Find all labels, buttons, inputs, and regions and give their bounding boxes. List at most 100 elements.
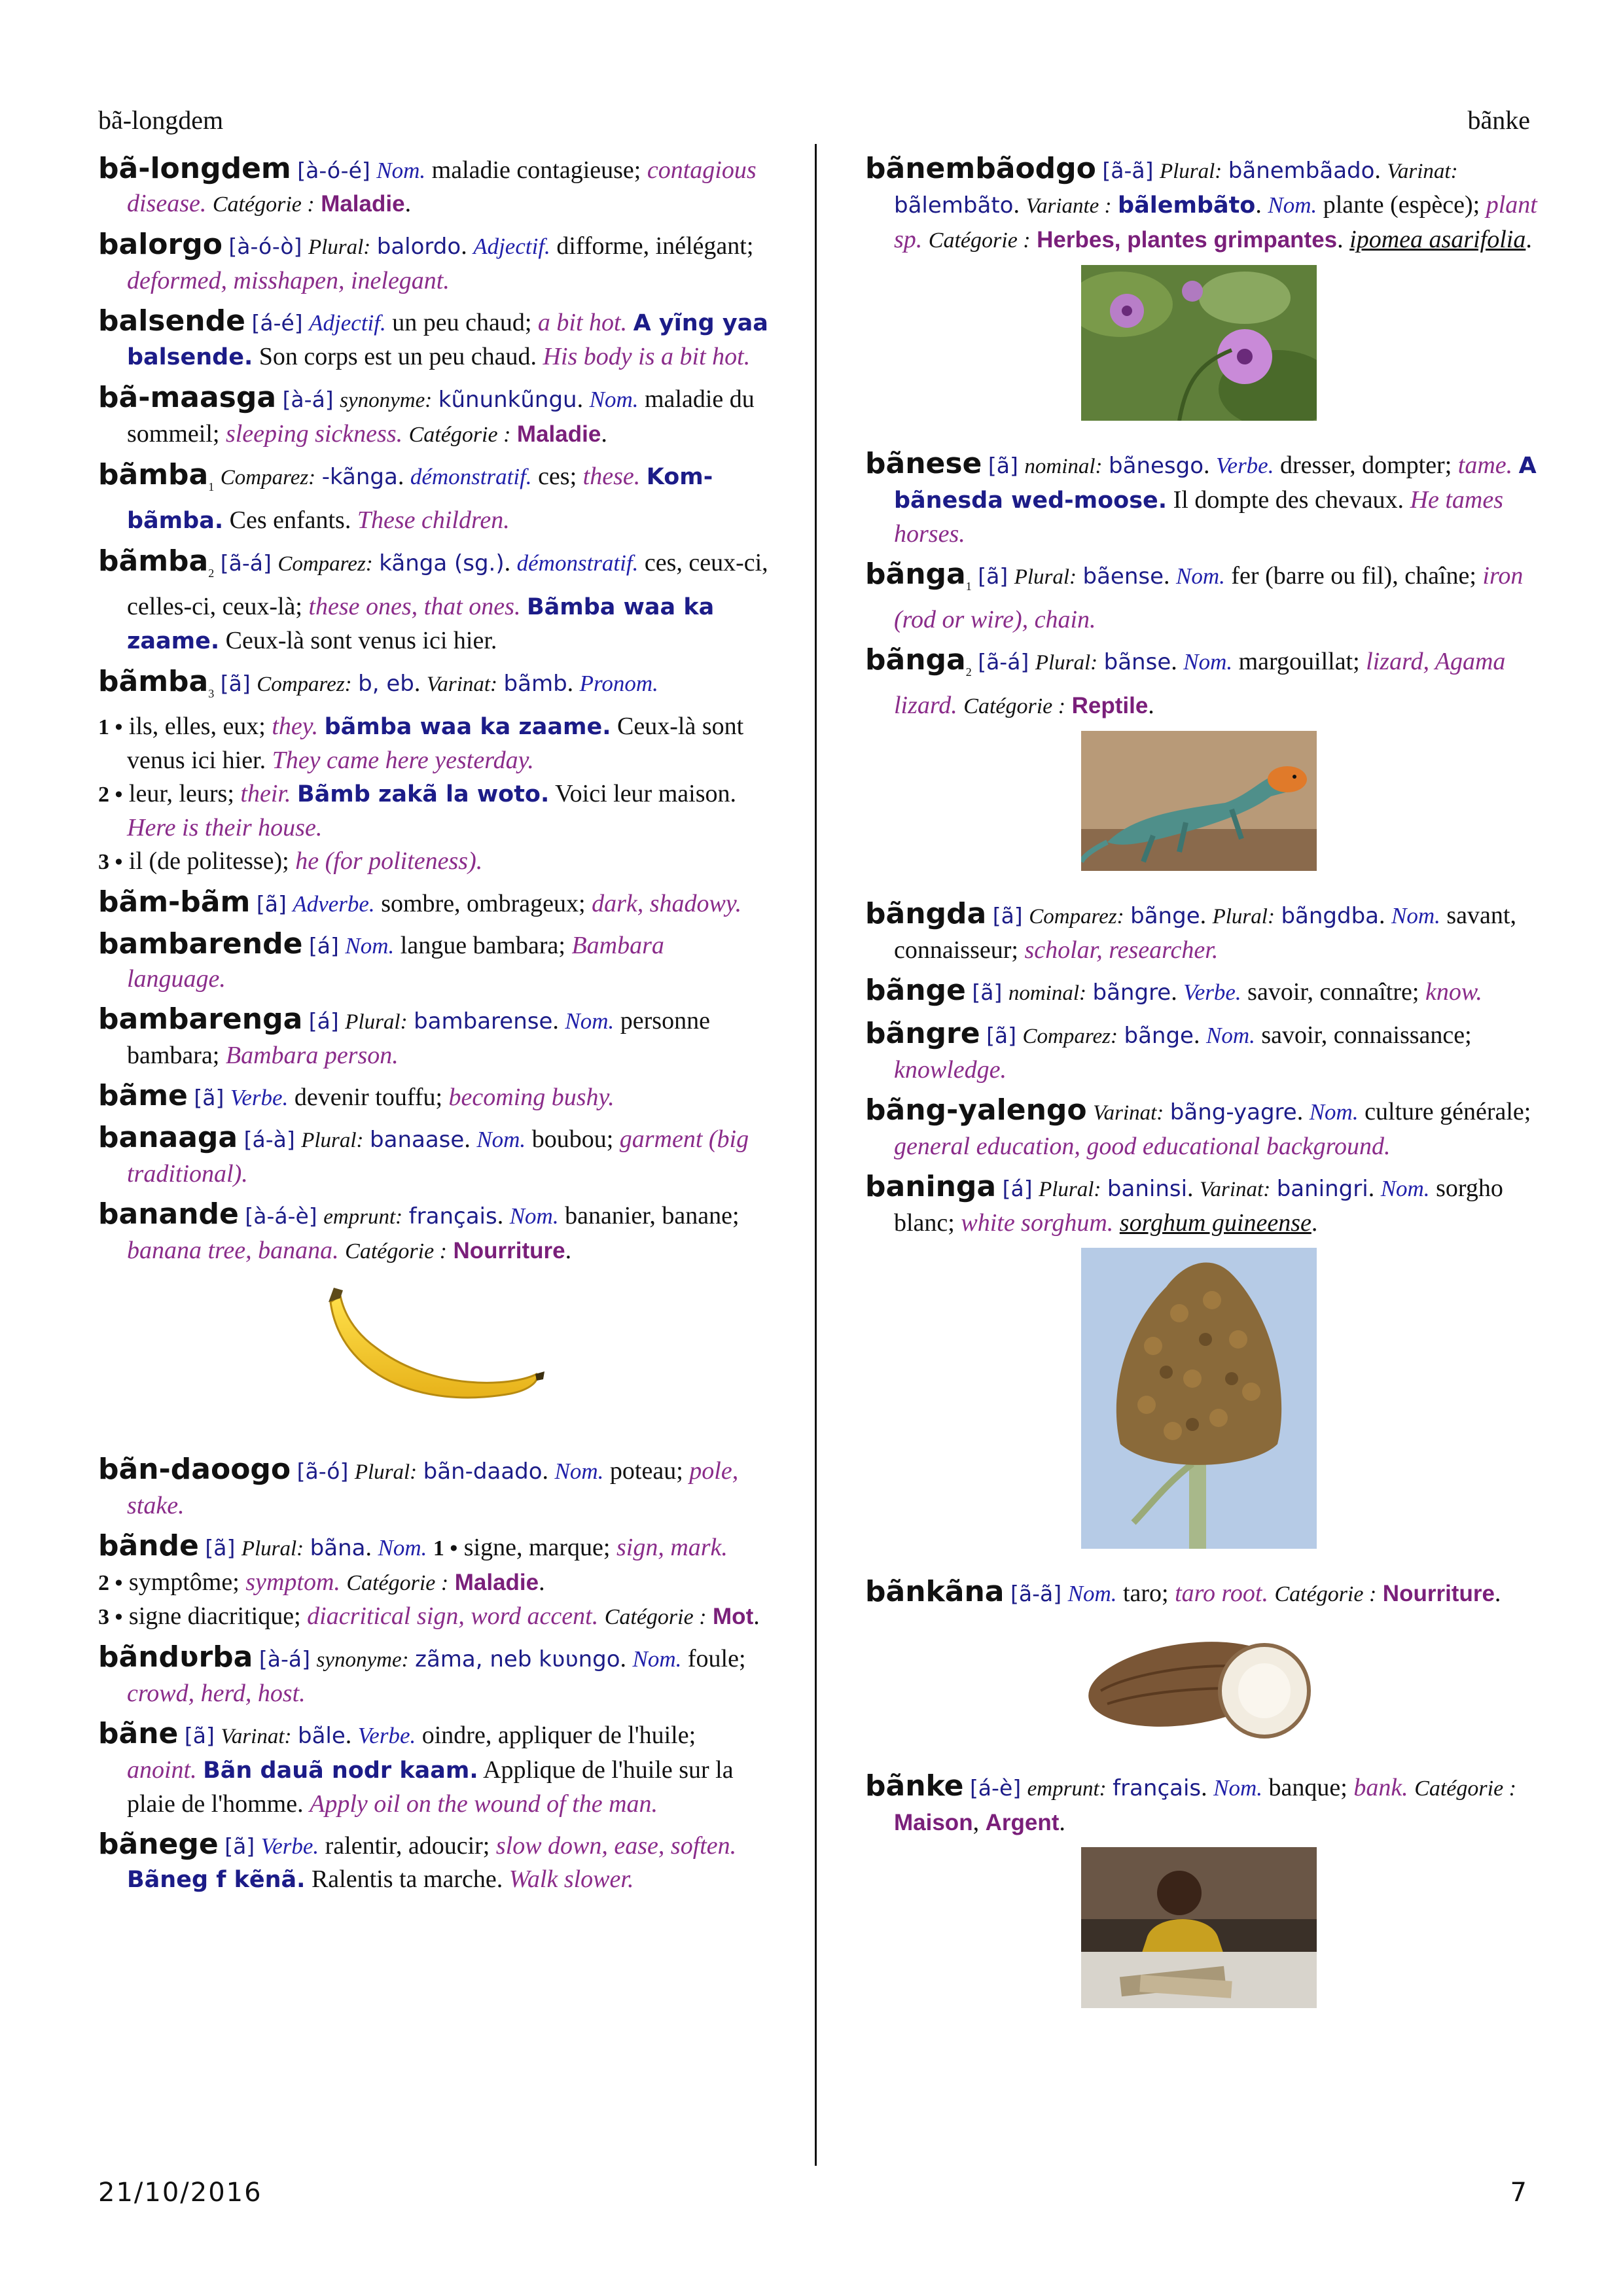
example-sentence: Bãmb zakã la woto. — [296, 781, 550, 808]
cross-reference-link[interactable]: bãng-yagre — [1170, 1099, 1297, 1125]
dictionary-entry: bã-longdem [à-ó-é] Nom. maladie contagie… — [98, 152, 757, 217]
sense-3: 3 • il (de politesse); he (for politenes… — [98, 847, 483, 875]
headword: bãnke — [865, 1769, 964, 1803]
cross-reference-link[interactable]: bãle — [298, 1723, 346, 1749]
cross-reference-link[interactable]: baningri — [1277, 1176, 1368, 1202]
headword: bãngre — [865, 1016, 980, 1050]
dictionary-entry: bãnege [ã] Verbe. ralentir, adoucir; slo… — [98, 1828, 737, 1894]
cross-reference-link[interactable]: bãmb — [504, 671, 567, 697]
headword: banande — [98, 1197, 239, 1231]
headword: bã-maasga — [98, 381, 277, 414]
cross-reference-link[interactable]: balordo — [377, 234, 461, 260]
sense-1: 1 • ils, elles, eux; they. bãmba waa ka … — [98, 713, 744, 775]
headword: bãnga2 — [865, 643, 972, 679]
dictionary-entry: bambarenga [á] Plural: bambarense. Nom. … — [98, 1002, 710, 1070]
dictionary-entry: bã-maasga [à-á] synonyme: kũnunkũngu. No… — [98, 381, 755, 448]
cross-reference-link[interactable]: bãngdba — [1281, 903, 1379, 929]
headword: bãne — [98, 1717, 179, 1751]
headword: bambarende — [98, 927, 303, 961]
headword: bãnge — [865, 973, 966, 1007]
headword: bãn-daoogo — [98, 1453, 291, 1487]
headword: bãnese — [865, 447, 982, 480]
cross-reference-link[interactable]: bambarense — [414, 1008, 552, 1034]
dictionary-entry: bãnga1 [ã] Plural: bãense. Nom. fer (bar… — [865, 557, 1524, 633]
headword: balsende — [98, 304, 245, 338]
cross-reference-link[interactable]: zãma, neb kʋʋngo — [415, 1646, 620, 1672]
dictionary-entry: bãng-yalengo Varinat: bãng-yagre. Nom. c… — [865, 1093, 1531, 1160]
cross-reference-link[interactable]: français — [1113, 1775, 1201, 1801]
page-number: 7 — [1510, 2178, 1528, 2208]
headword: bãmba2 — [98, 544, 215, 580]
cross-reference-link[interactable]: baninsi — [1107, 1176, 1187, 1202]
dictionary-entry: bãmba2 [ã-á] Comparez: kãnga (sg.). démo… — [98, 544, 768, 654]
cross-reference-link[interactable]: bãnembãado — [1228, 158, 1375, 184]
headword: bãme — [98, 1079, 188, 1113]
sense-2: 2 • symptôme; symptom. Catégorie : Malad… — [98, 1568, 545, 1597]
cross-reference-link[interactable]: kãnga (sg.) — [379, 550, 504, 576]
headword: banaaga — [98, 1121, 238, 1155]
cross-reference-link[interactable]: bãense — [1083, 563, 1164, 590]
cross-reference-link[interactable]: -kãnga — [322, 464, 398, 490]
dictionary-entry: bãm-bãm [ã] Adverbe. sombre, ombrageux; … — [98, 885, 742, 919]
cross-reference-link[interactable]: bãnge — [1130, 903, 1200, 929]
flower-image — [1081, 265, 1317, 421]
headword: bãnde — [98, 1529, 199, 1563]
dictionary-entry: banaaga [á-à] Plural: banaase. Nom. boub… — [98, 1121, 749, 1188]
dictionary-entry: bãnke [á-è] emprunt: français. Nom. banq… — [865, 1769, 1516, 1836]
dictionary-entry: bãnembãodgo [ã-ã] Plural: bãnembãado. Va… — [865, 152, 1537, 253]
taro-image — [1088, 1641, 1311, 1739]
lizard-image — [1081, 730, 1317, 871]
cross-reference-link[interactable]: bãna — [310, 1535, 366, 1561]
sorghum-image — [1081, 1247, 1317, 1549]
headword: bãmba1 — [98, 458, 215, 493]
dictionary-entry: baninga [á] Plural: baninsi. Varinat: ba… — [865, 1169, 1503, 1237]
cross-reference-link[interactable]: kũnunkũngu — [438, 387, 577, 413]
dictionary-entry: bãndʋrba [à-á] synonyme: zãma, neb kʋʋng… — [98, 1640, 746, 1708]
cross-reference-link[interactable]: bãlembãto — [1118, 192, 1255, 219]
dictionary-entry: bãnge [ã] nominal: bãngre. Verbe. savoir… — [865, 973, 1482, 1007]
dictionary-entry: bãnga2 [ã-á] Plural: bãnse. Nom. margoui… — [865, 643, 1506, 719]
cross-reference-link[interactable]: bãnesgo — [1109, 453, 1204, 479]
cross-reference-link[interactable]: français — [409, 1203, 497, 1229]
cross-reference-link[interactable]: b, eb — [358, 671, 414, 697]
running-header-right: bãnke — [1467, 105, 1530, 135]
cross-reference-link[interactable]: bãn-daado — [423, 1458, 543, 1485]
example-sentence: Bãneg f kẽnã. — [127, 1867, 306, 1894]
left-column: bã-longdem [à-ó-é] Nom. maladie contagie… — [98, 152, 769, 1903]
right-column: bãnembãodgo [ã-ã] Plural: bãnembãado. Va… — [865, 152, 1542, 2034]
dictionary-entry: balsende [á-é] Adjectif. un peu chaud; a… — [98, 304, 768, 370]
headword: bãndʋrba — [98, 1640, 253, 1674]
cross-reference-link[interactable]: bãngre — [1093, 980, 1171, 1006]
dictionary-entry: bãnese [ã] nominal: bãnesgo. Verbe. dres… — [865, 447, 1537, 548]
cross-reference-link[interactable]: bãnse — [1104, 649, 1171, 675]
dictionary-entry: bãngre [ã] Comparez: bãnge. Nom. savoir,… — [865, 1016, 1472, 1084]
headword: bãngda — [865, 896, 987, 930]
dictionary-entry: bãmba3 [ã] Comparez: b, eb. Varinat: bãm… — [98, 665, 769, 879]
scientific-name: sorghum guineense — [1119, 1209, 1311, 1237]
headword: bãm-bãm — [98, 885, 251, 919]
dictionary-entry: bãngda [ã] Comparez: bãnge. Plural: bãng… — [865, 896, 1516, 964]
headword: bãnkãna — [865, 1574, 1005, 1608]
example-sentence: bãmba waa ka zaame. — [324, 714, 611, 741]
dictionary-entry: bãnkãna [ã-ã] Nom. taro; taro root. Caté… — [865, 1574, 1501, 1608]
dictionary-entry: bãme [ã] Verbe. devenir touffu; becoming… — [98, 1079, 615, 1113]
headword: bãnege — [98, 1828, 219, 1862]
dictionary-entry: bãne [ã] Varinat: bãle. Verbe. oindre, a… — [98, 1717, 734, 1818]
cross-reference-link[interactable]: banaase — [370, 1127, 464, 1153]
dictionary-entry: banande [à-á-è] emprunt: français. Nom. … — [98, 1197, 740, 1265]
sense-3: 3 • signe diacritique; diacritical sign,… — [98, 1602, 760, 1631]
headword: bã-longdem — [98, 152, 291, 185]
cross-reference-link[interactable]: bãlembãto — [894, 192, 1013, 219]
cross-reference-link[interactable]: bãnge — [1124, 1023, 1194, 1049]
headword: bãnembãodgo — [865, 152, 1096, 185]
banana-image — [329, 1288, 544, 1399]
dictionary-entry: balorgo [à-ó-ò] Plural: balordo. Adjecti… — [98, 228, 754, 294]
example-sentence: Bãn dauã nodr kaam. — [203, 1757, 478, 1784]
bank-image — [1081, 1846, 1317, 2008]
dictionary-entry: bambarende [á] Nom. langue bambara; Bamb… — [98, 927, 664, 993]
headword: bãnga1 — [865, 557, 972, 593]
headword: baninga — [865, 1169, 997, 1203]
headword: bãmba3 — [98, 664, 215, 700]
dictionary-entry: bãmba1 Comparez: -kãnga. démonstratif. c… — [98, 458, 713, 534]
column-divider — [815, 144, 817, 2166]
